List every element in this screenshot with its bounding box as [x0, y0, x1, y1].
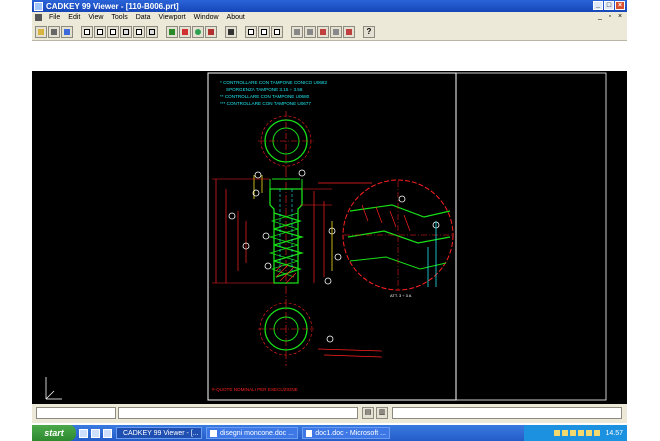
menu-view[interactable]: View: [84, 14, 107, 21]
view-box-4-icon[interactable]: [120, 25, 132, 38]
note-1: * CONTROLLARE CON TAMPONE CONICO U0682: [220, 80, 327, 85]
task-cadkey[interactable]: CADKEY 99 Viewer - [...: [116, 427, 202, 439]
doc-close-button[interactable]: ×: [616, 13, 624, 21]
close-button[interactable]: ×: [615, 1, 625, 10]
note-2: SPORGENZA TAMPONE 3.15 ÷ 3.58: [226, 87, 303, 92]
detail-view: ATT. 3 ÷ 3 A: [342, 179, 454, 298]
help-icon[interactable]: ?: [363, 25, 375, 38]
view-box-icon[interactable]: [81, 25, 93, 38]
measure-icon[interactable]: [291, 25, 303, 38]
clock: 14.57: [605, 429, 623, 437]
window-controls: _ □ ×: [593, 1, 625, 10]
drawing-viewport[interactable]: * CONTROLLARE CON TAMPONE CONICO U0682 S…: [32, 71, 627, 404]
tray-security-icon[interactable]: [586, 430, 593, 436]
toolbar: ?: [32, 23, 627, 41]
measure-2-icon[interactable]: [304, 25, 316, 38]
view-box-2-icon[interactable]: [94, 25, 106, 38]
top-end-view: [258, 111, 314, 169]
zoom-icon[interactable]: [179, 25, 191, 38]
view-icon[interactable]: [205, 25, 217, 38]
menu-tools[interactable]: Tools: [107, 14, 131, 21]
menu-window[interactable]: Window: [190, 14, 223, 21]
status-field-1: [36, 407, 116, 419]
tray-update-icon[interactable]: [578, 430, 585, 436]
doc-restore-button[interactable]: ▫: [606, 13, 614, 21]
task-word-moncone[interactable]: disegni moncone.doc ...: [206, 427, 298, 439]
measure-3-icon[interactable]: [317, 25, 329, 38]
tray-antivirus-icon[interactable]: [570, 430, 577, 436]
status-button-1[interactable]: ▤: [362, 407, 374, 419]
bottom-end-view: [258, 302, 383, 358]
menu-file[interactable]: File: [45, 14, 64, 21]
dimensions-left: [212, 171, 274, 284]
window-title: CADKEY 99 Viewer - [110-B006.prt]: [46, 1, 179, 11]
print-preview-icon[interactable]: [61, 25, 73, 38]
view-box-5-icon[interactable]: [133, 25, 145, 38]
app-icon[interactable]: [34, 1, 43, 11]
document-icon[interactable]: [35, 14, 42, 21]
pan-icon[interactable]: [166, 25, 178, 38]
menu-bar: File Edit View Tools Data Viewport Windo…: [32, 12, 627, 23]
tray-volume-icon[interactable]: [562, 430, 569, 436]
layer-icon[interactable]: [225, 25, 237, 38]
quicklaunch-ie-icon[interactable]: [79, 428, 88, 438]
maximize-button[interactable]: □: [604, 1, 614, 10]
rotate-icon[interactable]: [192, 25, 204, 38]
word-icon: [306, 429, 313, 437]
window-3-icon[interactable]: [271, 25, 283, 38]
menu-data[interactable]: Data: [132, 14, 155, 21]
window-2-icon[interactable]: [258, 25, 270, 38]
view-box-6-icon[interactable]: [146, 25, 158, 38]
tray-app-icon[interactable]: [594, 430, 601, 436]
print-icon[interactable]: [48, 25, 60, 38]
taskbar: start CADKEY 99 Viewer - [... disegni mo…: [32, 425, 627, 441]
window-1-icon[interactable]: [245, 25, 257, 38]
document-controls: _ ▫ ×: [596, 13, 624, 21]
task-word-doc1[interactable]: doc1.doc - Microsoft ...: [302, 427, 390, 439]
menu-edit[interactable]: Edit: [64, 14, 84, 21]
dimensions-right: [298, 169, 372, 285]
status-field-2: [118, 407, 358, 419]
title-block-border: [207, 72, 607, 401]
detail-label: ATT. 3 ÷ 3 A: [390, 293, 412, 298]
tray-network-icon[interactable]: [554, 430, 561, 436]
status-field-3: [392, 407, 622, 419]
menu-viewport[interactable]: Viewport: [155, 14, 190, 21]
measure-4-icon[interactable]: [330, 25, 342, 38]
screw-body: [253, 175, 305, 284]
status-button-2[interactable]: ▥: [376, 407, 388, 419]
doc-minimize-button[interactable]: _: [596, 13, 604, 21]
title-bar: CADKEY 99 Viewer - [110-B006.prt] _ □ ×: [32, 0, 627, 12]
word-icon: [210, 429, 217, 437]
status-bar: ▤ ▥: [32, 404, 627, 423]
view-box-3-icon[interactable]: [107, 25, 119, 38]
quicklaunch-outlook-icon[interactable]: [91, 428, 100, 438]
start-button[interactable]: start: [32, 425, 76, 441]
measure-5-icon[interactable]: [343, 25, 355, 38]
note-4: *** CONTROLLARE CON TAMPONE U0677: [220, 101, 311, 106]
menu-about[interactable]: About: [223, 14, 249, 21]
minimize-button[interactable]: _: [593, 1, 603, 10]
bottom-note: #-QUOTE NOMINALI PER ESECUZIONE: [212, 387, 298, 392]
open-icon[interactable]: [35, 25, 47, 38]
axis-indicator: [45, 377, 62, 400]
quicklaunch-desktop-icon[interactable]: [103, 428, 112, 438]
note-3: ** CONTROLLARE CON TAMPONE U0680: [220, 94, 310, 99]
system-tray: 14.57: [524, 425, 627, 441]
